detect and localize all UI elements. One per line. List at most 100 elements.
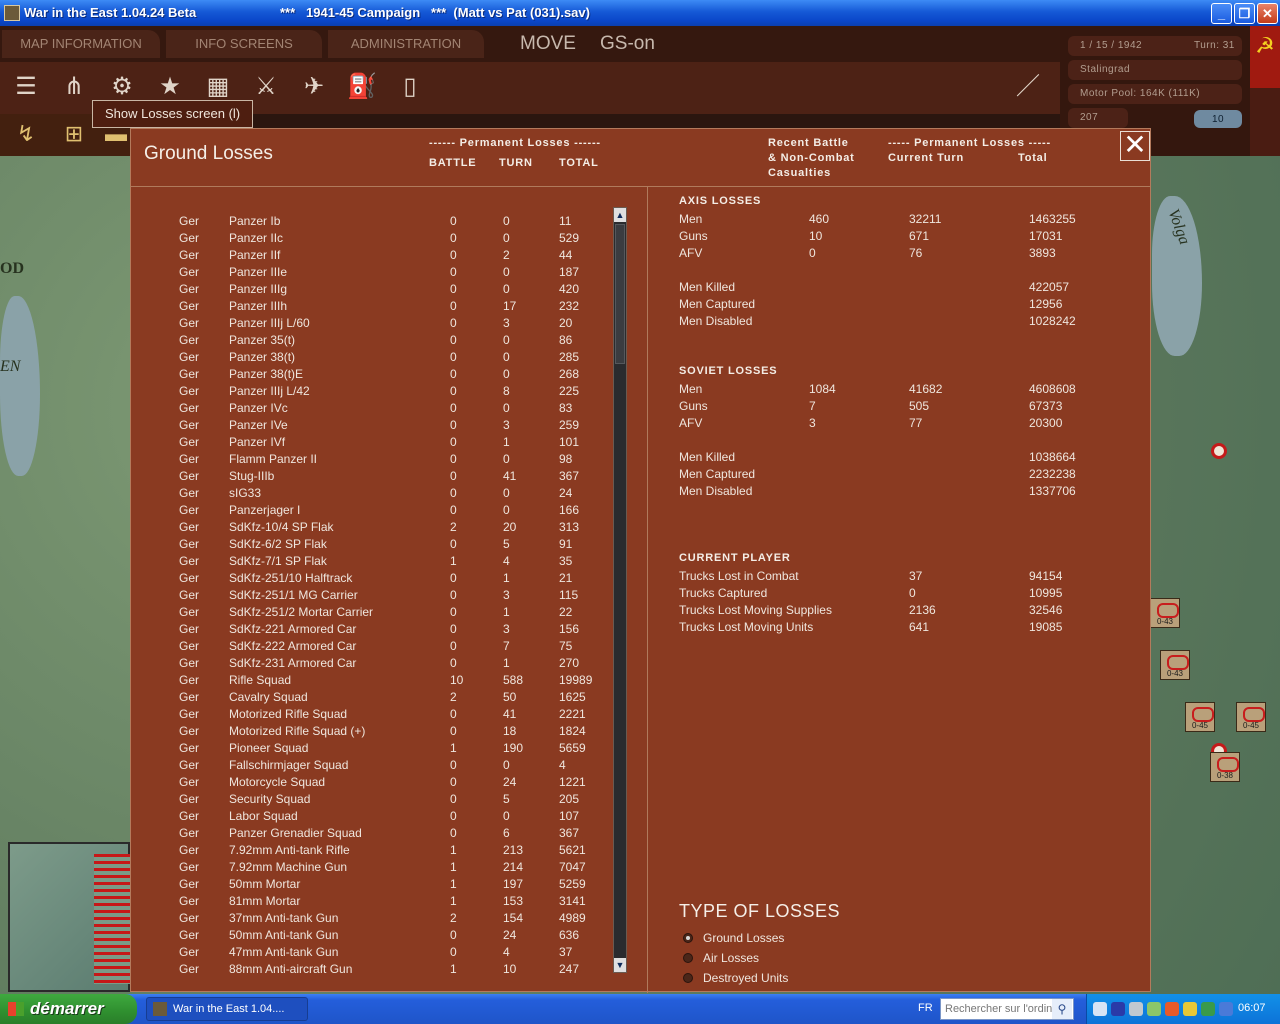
map-information-tab[interactable]: MAP INFORMATION xyxy=(2,30,160,58)
maximize-button[interactable]: ❐ xyxy=(1234,3,1255,24)
rail-icon[interactable]: ⊞ xyxy=(58,118,90,150)
unit-loss-row[interactable]: Ger 81mm Mortar 1 153 3141 xyxy=(179,893,619,910)
map-unit[interactable]: 0-45 xyxy=(1236,702,1266,732)
radio-icon[interactable] xyxy=(683,973,693,983)
battle-losses: 0 xyxy=(450,316,457,330)
unit-loss-row[interactable]: Ger SdKfz-6/2 SP Flak 0 5 91 xyxy=(179,536,619,553)
unit-loss-row[interactable]: Ger Panzer IIIg 0 0 420 xyxy=(179,281,619,298)
map-unit[interactable]: 0-45 xyxy=(1185,702,1215,732)
aircraft-icon[interactable]: ✈ xyxy=(298,70,330,104)
chat-icon[interactable] xyxy=(1201,1002,1215,1016)
start-button[interactable]: démarrer xyxy=(0,994,137,1024)
scroll-up-icon[interactable]: ▲ xyxy=(614,208,626,222)
language-indicator[interactable]: FR xyxy=(918,1002,933,1014)
unit-loss-row[interactable]: Ger Panzer IVf 0 1 101 xyxy=(179,434,619,451)
minimap[interactable] xyxy=(8,842,132,992)
unit-loss-row[interactable]: Ger 47mm Anti-tank Gun 0 4 37 xyxy=(179,944,619,961)
unit-loss-row[interactable]: Ger Panzer IIIh 0 17 232 xyxy=(179,298,619,315)
objective-marker-icon[interactable] xyxy=(1211,443,1227,459)
unit-loss-row[interactable]: Ger Motorcycle Squad 0 24 1221 xyxy=(179,774,619,791)
search-tray-icon[interactable] xyxy=(1129,1002,1143,1016)
battle-losses: 1 xyxy=(450,860,457,874)
unit-loss-row[interactable]: Ger Panzer IIIe 0 0 187 xyxy=(179,264,619,281)
radio-selected-icon[interactable] xyxy=(683,933,693,943)
mode-label[interactable]: MOVE xyxy=(520,33,576,55)
unit-loss-row[interactable]: Ger Panzer IIIj L/42 0 8 225 xyxy=(179,383,619,400)
network-icon[interactable] xyxy=(1093,1002,1107,1016)
unit-loss-row[interactable]: Ger Pioneer Squad 1 190 5659 xyxy=(179,740,619,757)
gs-toggle[interactable]: GS-on xyxy=(600,33,655,55)
scroll-down-icon[interactable]: ▼ xyxy=(614,958,626,972)
unit-loss-row[interactable]: Ger SdKfz-251/2 Mortar Carrier 0 1 22 xyxy=(179,604,619,621)
map-unit[interactable]: 0-38 xyxy=(1210,752,1240,782)
unit-loss-row[interactable]: Ger SdKfz-251/1 MG Carrier 0 3 115 xyxy=(179,587,619,604)
unit-loss-row[interactable]: Ger 37mm Anti-tank Gun 2 154 4989 xyxy=(179,910,619,927)
count-badge[interactable]: 10 xyxy=(1194,110,1242,128)
unit-loss-row[interactable]: Ger 50mm Anti-tank Gun 0 24 636 xyxy=(179,927,619,944)
minimize-button[interactable]: _ xyxy=(1211,3,1232,24)
radio-icon[interactable] xyxy=(683,953,693,963)
battle-losses: 1 xyxy=(450,962,457,976)
administration-tab[interactable]: ADMINISTRATION xyxy=(328,30,484,58)
map-unit[interactable]: 0-43 xyxy=(1160,650,1190,680)
turn-losses: 0 xyxy=(503,809,510,823)
unit-loss-row[interactable]: Ger SdKfz-221 Armored Car 0 3 156 xyxy=(179,621,619,638)
stack-icon[interactable]: ☰ xyxy=(10,70,42,104)
fuel-icon[interactable]: ⛽ xyxy=(346,70,378,104)
monitor-icon[interactable] xyxy=(1111,1002,1125,1016)
unit-loss-row[interactable]: Ger Security Squad 0 5 205 xyxy=(179,791,619,808)
unit-loss-row[interactable]: Ger Panzer IVe 0 3 259 xyxy=(179,417,619,434)
factory-icon[interactable]: ▦ xyxy=(202,70,234,104)
antivirus-icon[interactable] xyxy=(1165,1002,1179,1016)
unit-loss-row[interactable]: Ger 50mm Mortar 1 197 5259 xyxy=(179,876,619,893)
unit-loss-row[interactable]: Ger Panzer 38(t) 0 0 285 xyxy=(179,349,619,366)
scroll-thumb[interactable] xyxy=(615,224,625,364)
unit-loss-row[interactable]: Ger 7.92mm Anti-tank Rifle 1 213 5621 xyxy=(179,842,619,859)
window-titlebar[interactable]: War in the East 1.04.24 Beta *** 1941-45… xyxy=(0,0,1280,26)
unit-loss-row[interactable]: Ger Stug-IIIb 0 41 367 xyxy=(179,468,619,485)
close-window-button[interactable]: ✕ xyxy=(1257,3,1278,24)
unit-loss-row[interactable]: Ger Labor Squad 0 0 107 xyxy=(179,808,619,825)
unit-loss-row[interactable]: Ger Panzerjager I 0 0 166 xyxy=(179,502,619,519)
unit-loss-row[interactable]: Ger Rifle Squad 10 588 19989 xyxy=(179,672,619,689)
info-screens-tab[interactable]: INFO SCREENS xyxy=(166,30,322,58)
unit-loss-row[interactable]: Ger 7.92mm Machine Gun 1 214 7047 xyxy=(179,859,619,876)
star-icon[interactable]: ★ xyxy=(154,70,186,104)
unit-loss-row[interactable]: Ger Panzer IIc 0 0 529 xyxy=(179,230,619,247)
pencil-icon[interactable]: ／ xyxy=(1012,70,1044,104)
unit-loss-row[interactable]: Ger Panzer IIf 0 2 44 xyxy=(179,247,619,264)
crossed-swords-icon[interactable]: ⚔ xyxy=(250,70,282,104)
unit-loss-row[interactable]: Ger Flamm Panzer II 0 0 98 xyxy=(179,451,619,468)
taskbar-item[interactable]: War in the East 1.04.... xyxy=(146,997,308,1021)
search-icon[interactable]: ⚲ xyxy=(1052,999,1072,1019)
unit-loss-row[interactable]: Ger Motorized Rifle Squad (+) 0 18 1824 xyxy=(179,723,619,740)
globe-icon[interactable] xyxy=(1147,1002,1161,1016)
unit-loss-row[interactable]: Ger SdKfz-7/1 SP Flak 1 4 35 xyxy=(179,553,619,570)
app-tray-icon[interactable] xyxy=(1183,1002,1197,1016)
close-dialog-icon[interactable]: ✕ xyxy=(1120,131,1150,161)
unit-loss-row[interactable]: Ger SdKfz-222 Armored Car 0 7 75 xyxy=(179,638,619,655)
unit-loss-row[interactable]: Ger Fallschirmjager Squad 0 0 4 xyxy=(179,757,619,774)
unit-loss-row[interactable]: Ger Motorized Rifle Squad 0 41 2221 xyxy=(179,706,619,723)
unit-nation: Ger xyxy=(179,588,200,602)
unit-loss-row[interactable]: Ger Panzer 35(t) 0 0 86 xyxy=(179,332,619,349)
list-scrollbar[interactable]: ▲ ▼ xyxy=(613,207,627,973)
unit-loss-row[interactable]: Ger SdKfz-10/4 SP Flak 2 20 313 xyxy=(179,519,619,536)
unit-loss-row[interactable]: Ger Panzer 38(t)E 0 0 268 xyxy=(179,366,619,383)
oob-icon[interactable]: ⋔ xyxy=(58,70,90,104)
unit-loss-row[interactable]: Ger Panzer Grenadier Squad 0 6 367 xyxy=(179,825,619,842)
map-unit[interactable]: 0-43 xyxy=(1150,598,1180,628)
total-losses: 7047 xyxy=(559,860,586,874)
unit-loss-row[interactable]: Ger Cavalry Squad 2 50 1625 xyxy=(179,689,619,706)
barrel-icon[interactable]: ▯ xyxy=(394,70,426,104)
unit-loss-row[interactable]: Ger sIG33 0 0 24 xyxy=(179,485,619,502)
unit-loss-row[interactable]: Ger Panzer IVc 0 0 83 xyxy=(179,400,619,417)
unit-loss-row[interactable]: Ger SdKfz-231 Armored Car 0 1 270 xyxy=(179,655,619,672)
unit-loss-row[interactable]: Ger Panzer IIIj L/60 0 3 20 xyxy=(179,315,619,332)
unit-loss-row[interactable]: Ger SdKfz-251/10 Halftrack 0 1 21 xyxy=(179,570,619,587)
unit-loss-row[interactable]: Ger Panzer Ib 0 0 11 xyxy=(179,213,619,230)
gear-icon[interactable]: ⚙ xyxy=(106,70,138,104)
arrow-path-icon[interactable]: ↯ xyxy=(10,118,42,150)
volume-icon[interactable] xyxy=(1219,1002,1233,1016)
unit-loss-row[interactable]: Ger 88mm Anti-aircraft Gun 1 10 247 xyxy=(179,961,619,978)
